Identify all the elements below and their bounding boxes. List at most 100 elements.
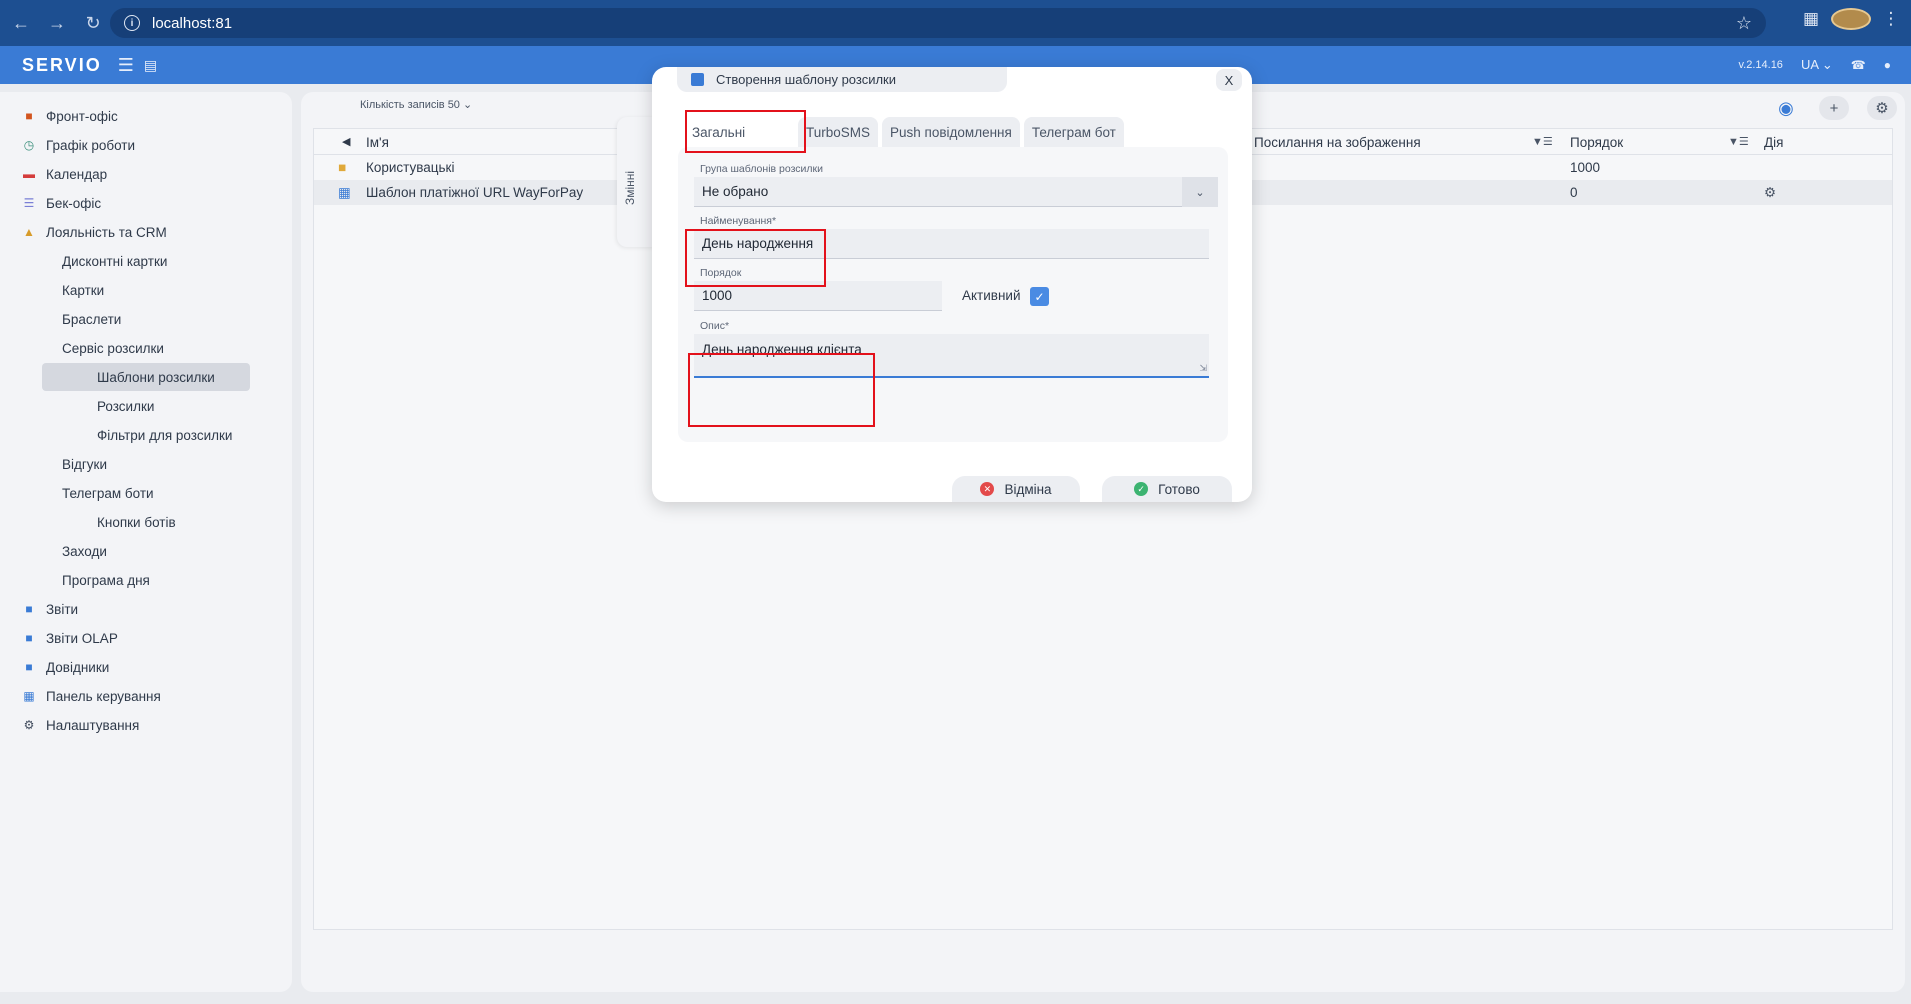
sidebar-item-14[interactable]: Кнопки ботів [97,508,176,536]
order-input[interactable]: 1000 [694,281,942,311]
profile-avatar[interactable] [1831,8,1871,30]
url-text: localhost:81 [152,14,233,32]
hamburger-icon[interactable]: ☰ [118,55,134,76]
sidebar-item-label: Кнопки ботів [97,514,176,530]
sidebar-item-20[interactable]: ▦ Панель керування [22,682,161,710]
records-count-selector[interactable]: Кількість записів 50 ⌄ [360,98,472,111]
sidebar-item-7[interactable]: Браслети [62,305,121,333]
row-name: Користувацькі [366,160,455,175]
sidebar-item-label: Браслети [62,311,122,327]
document-icon [691,73,704,86]
sidebar-item-4[interactable]: ▲ Лояльність та CRM [22,218,167,246]
group-select-value: Не обрано [702,184,769,199]
reload-icon[interactable]: ↻ [78,8,108,38]
list-icon: ☰ [23,196,35,210]
row-order: 0 [1570,185,1578,200]
sidebar-item-11[interactable]: Фільтри для розсилки [97,421,232,449]
clock-icon: ◷ [23,138,35,152]
browser-toolbar: ← → ↻ i localhost:81 ☆ ▦ ⋮ [0,0,1911,46]
forward-icon[interactable]: → [42,8,72,38]
address-bar[interactable]: i localhost:81 ☆ [110,8,1766,38]
name-input[interactable]: День народження [694,229,1209,259]
settings-gear-icon[interactable]: ⚙ [1867,96,1897,120]
sidebar-item-0[interactable]: ■ Фронт-офіс [22,102,117,130]
tab-turbosms[interactable]: TurboSMS [798,117,879,147]
sidebar-item-12[interactable]: Відгуки [62,450,107,478]
phone-icon[interactable]: ☎ [1851,58,1866,72]
column-name[interactable]: Ім'я [366,135,389,150]
olap-icon: ■ [25,631,33,645]
sidebar-item-6[interactable]: Картки [62,276,104,304]
sidebar-item-label: Заходи [62,543,107,559]
row-order: 1000 [1570,160,1601,175]
close-button[interactable]: X [1216,69,1242,91]
sidebar-item-label: Календар [46,166,108,182]
filter-icon[interactable]: ▼☰ [1728,135,1749,148]
tab-push[interactable]: Push повідомлення [882,117,1020,147]
sidebar-item-label: Лояльність та CRM [46,224,167,240]
app-logo: SERVIO [22,54,102,75]
language-selector[interactable]: UA ⌄ [1801,57,1833,73]
sidebar-item-17[interactable]: ■ Звіти [22,595,78,623]
avatar [1831,8,1871,30]
sidebar-item-10[interactable]: Розсилки [97,392,154,420]
order-input-value: 1000 [702,288,733,303]
eye-icon[interactable]: ◉ [1771,98,1801,119]
user-icon[interactable]: ● [1884,58,1891,72]
sidebar-item-16[interactable]: Програма дня [62,566,150,594]
sidebar-item-label: Програма дня [62,572,150,588]
dialog-tabs: Загальні TurboSMS Push повідомлення Теле… [684,117,1128,147]
row-gear-icon[interactable]: ⚙ [1764,185,1776,201]
bookmark-star-icon[interactable]: ☆ [1736,13,1752,34]
sidebar-item-13[interactable]: Телеграм боти [62,479,154,507]
sidebar: ■ Фронт-офіс ◷ Графік роботи ▬ Календар ☰ Бек-о… [0,92,292,992]
filter-icon[interactable]: ▼☰ [1532,135,1553,148]
variables-side-tab[interactable]: Змінні [617,117,655,247]
sidebar-item-label: Відгуки [62,456,108,472]
sidebar-item-label: Шаблони розсилки [97,369,215,385]
done-button[interactable]: ✓ Готово [1102,476,1232,502]
language-value: UA [1800,57,1819,72]
briefcase-icon: ■ [25,109,33,123]
sidebar-item-label: Панель керування [46,688,161,704]
sidebar-item-18[interactable]: ■ Звіти OLAP [22,624,118,652]
column-image-link[interactable]: Посилання на зображення [1254,135,1421,150]
back-icon[interactable]: ← [6,8,36,38]
tab-general[interactable]: Загальні [684,117,794,147]
cancel-label: Відміна [1004,481,1052,497]
sidebar-item-15[interactable]: Заходи [62,537,107,565]
sidebar-item-2[interactable]: ▬ Календар [22,160,107,188]
tab-telegram-bot[interactable]: Телеграм бот [1023,117,1124,147]
add-button[interactable]: + [1819,96,1849,120]
cancel-icon: ✕ [980,482,995,496]
menu-dots-icon[interactable]: ⋮ [1871,9,1911,29]
active-checkbox[interactable]: ✓ [1030,287,1049,306]
collapse-arrow-icon[interactable]: ◀ [342,135,350,148]
sidebar-item-8[interactable]: Сервіс розсилки [62,334,164,362]
info-icon[interactable]: i [124,15,140,31]
description-textarea[interactable]: День народження клієнта ⇲ [694,334,1209,378]
chart-icon[interactable]: ▤ [144,57,157,74]
sidebar-item-9[interactable]: Шаблони розсилки [42,363,250,391]
gear-icon: ⚙ [23,718,35,732]
people-icon: ▲ [23,225,35,239]
check-icon: ✓ [1134,482,1149,496]
resize-handle-icon[interactable]: ⇲ [1199,363,1207,374]
sidebar-item-label: Звіти [46,601,79,617]
version-label: v.2.14.16 [1738,59,1783,71]
sidebar-item-5[interactable]: Дисконтні картки [62,247,167,275]
description-value: День народження клієнта [702,342,862,357]
sidebar-item-19[interactable]: ■ Довідники [22,653,109,681]
sidebar-item-label: Звіти OLAP [46,630,118,646]
sidebar-item-label: Картки [62,282,105,298]
sidebar-item-21[interactable]: ⚙ Налаштування [22,711,140,739]
extensions-icon[interactable]: ▦ [1791,9,1831,29]
chevron-down-icon[interactable]: ⌄ [1182,177,1218,207]
sidebar-item-1[interactable]: ◷ Графік роботи [22,131,135,159]
sidebar-item-label: Сервіс розсилки [62,340,164,356]
column-action[interactable]: Дія [1764,135,1783,150]
group-select[interactable]: Не обрано ⌄ [694,177,1218,207]
cancel-button[interactable]: ✕ Відміна [952,476,1080,502]
sidebar-item-3[interactable]: ☰ Бек-офіс [22,189,102,217]
column-order[interactable]: Порядок [1570,135,1623,150]
